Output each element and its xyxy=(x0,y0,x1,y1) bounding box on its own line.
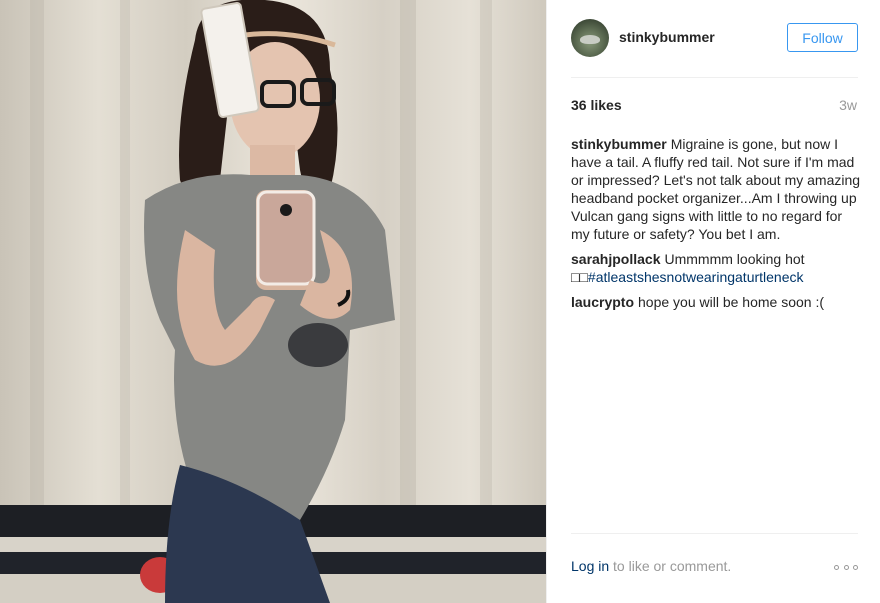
follow-button[interactable]: Follow xyxy=(787,23,858,52)
post-timestamp[interactable]: 3w xyxy=(839,97,857,113)
caption: stinkybummer Migraine is gone, but now I … xyxy=(571,135,861,243)
avatar[interactable] xyxy=(571,19,609,57)
comment-item: laucrypto hope you will be home soon :( xyxy=(571,293,861,311)
likes-count[interactable]: 36 likes xyxy=(571,97,622,113)
hashtag-link[interactable]: #atleastshesnotwearingaturtleneck xyxy=(588,269,804,285)
login-link[interactable]: Log in xyxy=(571,558,609,574)
divider xyxy=(571,533,858,534)
login-prompt: Log in to like or comment. xyxy=(571,558,731,574)
post-username[interactable]: stinkybummer xyxy=(619,29,715,45)
comment-item: sarahjpollack Ummmmm looking hot □□#atlea… xyxy=(571,250,861,286)
post-header: stinkybummer Follow xyxy=(571,19,858,59)
comments-list: stinkybummer Migraine is gone, but now I … xyxy=(571,135,861,318)
divider xyxy=(571,77,858,78)
comment-author[interactable]: stinkybummer xyxy=(571,136,667,152)
comment-author[interactable]: laucrypto xyxy=(571,294,634,310)
comment-author[interactable]: sarahjpollack xyxy=(571,251,661,267)
post-sidebar: stinkybummer Follow 36 likes 3w stinkybu… xyxy=(546,0,880,603)
post-photo[interactable] xyxy=(0,0,546,603)
comment-text: hope you will be home soon :( xyxy=(638,294,825,310)
photo-illustration xyxy=(0,0,546,603)
login-suffix: to like or comment. xyxy=(609,558,732,574)
more-options-icon[interactable] xyxy=(834,562,858,572)
